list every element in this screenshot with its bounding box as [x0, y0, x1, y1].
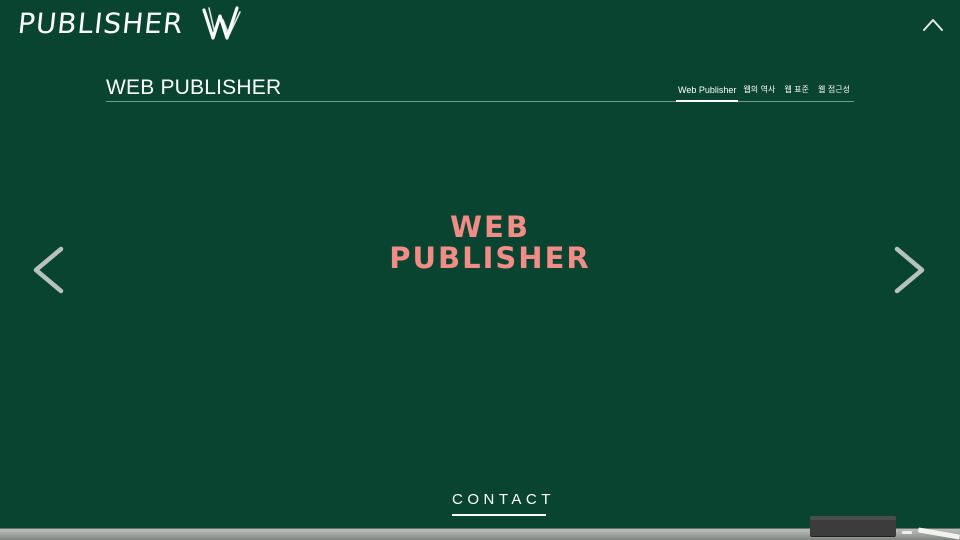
- chevron-right-icon: [894, 246, 925, 294]
- chevron-up-icon: [923, 19, 943, 31]
- chevron-left-icon: [33, 246, 64, 294]
- nav-item-web-publisher[interactable]: Web Publisher: [676, 85, 739, 102]
- page-title: WEB PUBLISHER: [106, 76, 282, 99]
- nav-item-web-accessibility[interactable]: 웹 접근성: [814, 85, 854, 102]
- nav-item-web-history[interactable]: 웹의 역사: [739, 85, 779, 102]
- chalk-w-logo-icon: [202, 6, 242, 40]
- hero-line-2: PUBLISHER: [389, 241, 591, 275]
- eraser-decoration: [810, 516, 896, 536]
- chalk-piece-small: [902, 531, 912, 534]
- hero-heading: WEB PUBLISHER: [0, 212, 960, 274]
- scroll-top-button[interactable]: [920, 12, 946, 38]
- section-header: WEB PUBLISHER Web Publisher 웹의 역사 웹 표준 웹…: [106, 74, 854, 102]
- main-nav: Web Publisher 웹의 역사 웹 표준 웹 접근성: [675, 85, 854, 102]
- slider-next-button[interactable]: [890, 244, 930, 296]
- contact-link[interactable]: CONTACT: [452, 491, 550, 516]
- slider-prev-button[interactable]: [28, 244, 68, 296]
- hero-line-1: WEB: [450, 210, 530, 244]
- nav-item-web-standards[interactable]: 웹 표준: [780, 85, 813, 102]
- site-logo[interactable]: PUBLISHER: [16, 6, 245, 42]
- logo-text: PUBLISHER: [16, 7, 186, 40]
